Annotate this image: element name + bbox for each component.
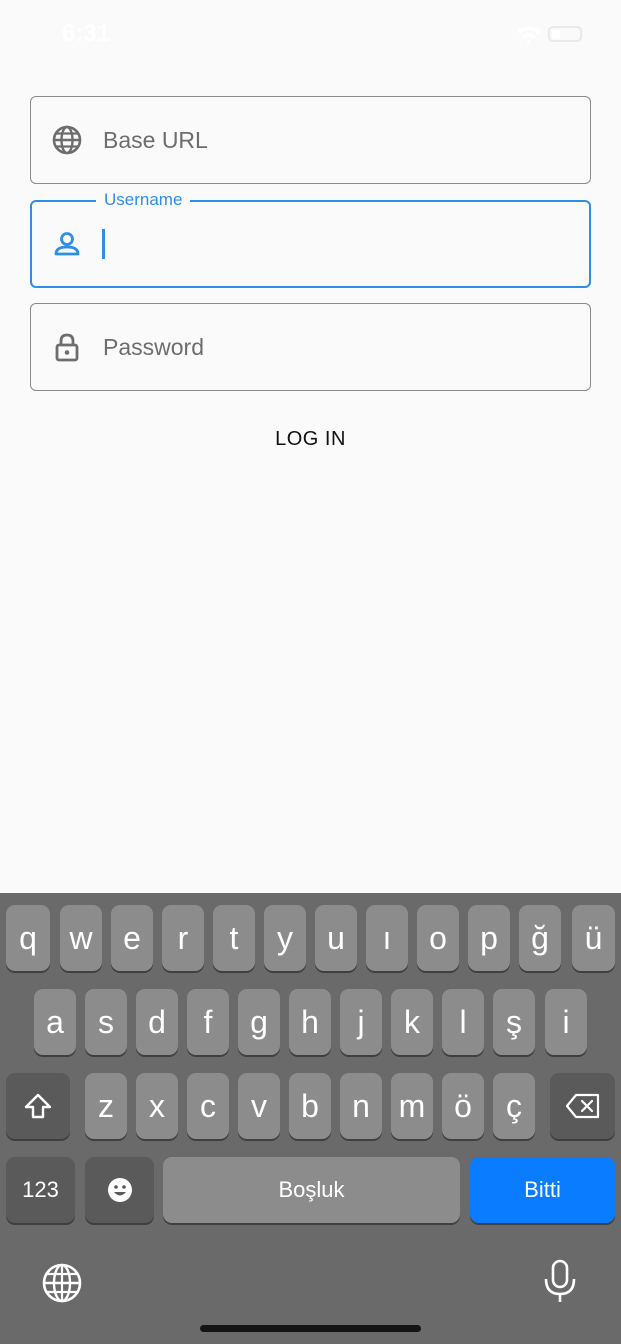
key[interactable]: d: [136, 989, 178, 1055]
key[interactable]: l: [442, 989, 484, 1055]
emoji-key[interactable]: [85, 1157, 154, 1223]
microphone-icon[interactable]: [541, 1259, 579, 1305]
status-time: 6:31: [62, 20, 111, 47]
person-icon: [54, 232, 80, 256]
shift-icon: [24, 1093, 52, 1119]
key[interactable]: ğ: [519, 905, 561, 971]
key[interactable]: v: [238, 1073, 280, 1139]
key[interactable]: u: [315, 905, 357, 971]
key[interactable]: ü: [572, 905, 615, 971]
status-bar: 6:31: [0, 0, 621, 70]
key[interactable]: m: [391, 1073, 433, 1139]
globe-keyboard-icon[interactable]: [41, 1262, 83, 1304]
key[interactable]: y: [264, 905, 306, 971]
key[interactable]: i: [545, 989, 587, 1055]
key[interactable]: ş: [493, 989, 535, 1055]
key[interactable]: z: [85, 1073, 127, 1139]
key[interactable]: k: [391, 989, 433, 1055]
password-placeholder: Password: [103, 334, 204, 360]
lock-icon: [55, 333, 79, 362]
key[interactable]: c: [187, 1073, 229, 1139]
password-field[interactable]: Password: [30, 303, 591, 391]
login-button[interactable]: LOG IN: [0, 428, 621, 451]
backspace-icon: [565, 1093, 599, 1119]
home-indicator[interactable]: [200, 1325, 421, 1332]
wifi-icon: [517, 26, 541, 44]
key[interactable]: e: [111, 905, 153, 971]
done-key[interactable]: Bitti: [470, 1157, 615, 1223]
key[interactable]: a: [34, 989, 76, 1055]
emoji-icon: [107, 1178, 132, 1202]
username-label: Username: [96, 190, 191, 210]
key[interactable]: q: [6, 905, 50, 971]
backspace-key[interactable]: [550, 1073, 615, 1139]
battery-icon: [548, 26, 582, 42]
key[interactable]: t: [213, 905, 255, 971]
shift-key[interactable]: [6, 1073, 70, 1139]
key[interactable]: n: [340, 1073, 382, 1139]
key[interactable]: ç: [493, 1073, 535, 1139]
key[interactable]: j: [340, 989, 382, 1055]
key[interactable]: r: [162, 905, 204, 971]
key[interactable]: s: [85, 989, 127, 1055]
base-url-placeholder: Base URL: [103, 127, 208, 153]
key[interactable]: ö: [442, 1073, 484, 1139]
key[interactable]: o: [417, 905, 459, 971]
key[interactable]: ı: [366, 905, 408, 971]
key[interactable]: p: [468, 905, 510, 971]
numbers-key[interactable]: 123: [6, 1157, 75, 1223]
key[interactable]: h: [289, 989, 331, 1055]
space-key[interactable]: Boşluk: [163, 1157, 460, 1223]
key[interactable]: g: [238, 989, 280, 1055]
keyboard: q w e r t y u ı o p ğ ü a s d f g h j k …: [0, 893, 621, 1344]
key[interactable]: w: [60, 905, 102, 971]
key[interactable]: x: [136, 1073, 178, 1139]
text-cursor: [102, 229, 105, 259]
key[interactable]: b: [289, 1073, 331, 1139]
username-field[interactable]: Username: [30, 190, 591, 288]
key[interactable]: f: [187, 989, 229, 1055]
base-url-field[interactable]: Base URL: [30, 96, 591, 184]
globe-icon: [52, 125, 82, 155]
